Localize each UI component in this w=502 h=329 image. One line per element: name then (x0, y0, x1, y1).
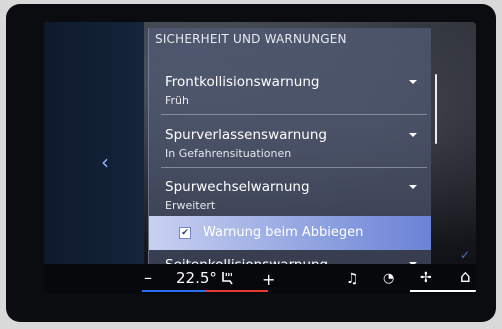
temperature-display: 22.5° (176, 269, 217, 287)
setting-title: Spurwechselwarnung (165, 179, 310, 195)
setting-title: Spurverlassenswarnung (165, 127, 327, 143)
setting-title: Frontkollisionswarnung (165, 74, 320, 90)
fan-icon[interactable]: ✢ (420, 270, 432, 286)
setting-row-spurwechselwarnung[interactable]: Spurwechselwarnung Erweitert (161, 169, 427, 220)
home-icon[interactable]: ⌂ (460, 267, 471, 287)
settings-panel: SICHERHEIT UND WARNUNGEN Frontkollisions… (148, 28, 431, 273)
gauge-icon[interactable]: ◔ (383, 271, 394, 286)
checkbox-checked[interactable]: ✔ (179, 227, 191, 239)
left-sidebar: ‹ (44, 22, 144, 294)
chevron-down-icon[interactable] (409, 185, 417, 189)
setting-value: Früh (165, 94, 189, 107)
seat-heat-icon[interactable] (220, 270, 236, 290)
setting-row-frontkollisionswarnung[interactable]: Frontkollisionswarnung Früh (161, 64, 427, 115)
chevron-left-icon[interactable]: ‹ (101, 152, 109, 172)
chevron-down-icon[interactable] (409, 80, 417, 84)
chevron-down-icon[interactable] (409, 133, 417, 137)
temp-decrease-button[interactable]: – (144, 268, 152, 287)
setting-value: Erweitert (165, 199, 216, 212)
display-bezel: ‹ SICHERHEIT UND WARNUNGEN Frontkollisio… (6, 4, 496, 322)
checkbox-row-warnung-beim-abbiegen[interactable]: ✔ Warnung beim Abbiegen (149, 216, 431, 250)
checkbox-label: Warnung beim Abbiegen (203, 225, 364, 240)
chevron-down-icon: ✓ (460, 248, 471, 262)
scrollbar[interactable] (435, 74, 437, 144)
section-title: SICHERHEIT UND WARNUNGEN (155, 32, 347, 46)
setting-row-spurverlassenswarnung[interactable]: Spurverlassenswarnung In Gefahrensituati… (161, 117, 427, 168)
temperature-gradient-bar (142, 290, 268, 292)
infotainment-screen: ‹ SICHERHEIT UND WARNUNGEN Frontkollisio… (44, 22, 476, 294)
temp-increase-button[interactable]: + (262, 270, 275, 289)
setting-value: In Gefahrensituationen (165, 147, 292, 160)
active-tab-indicator (410, 290, 476, 292)
music-icon[interactable]: ♫ (346, 271, 359, 287)
